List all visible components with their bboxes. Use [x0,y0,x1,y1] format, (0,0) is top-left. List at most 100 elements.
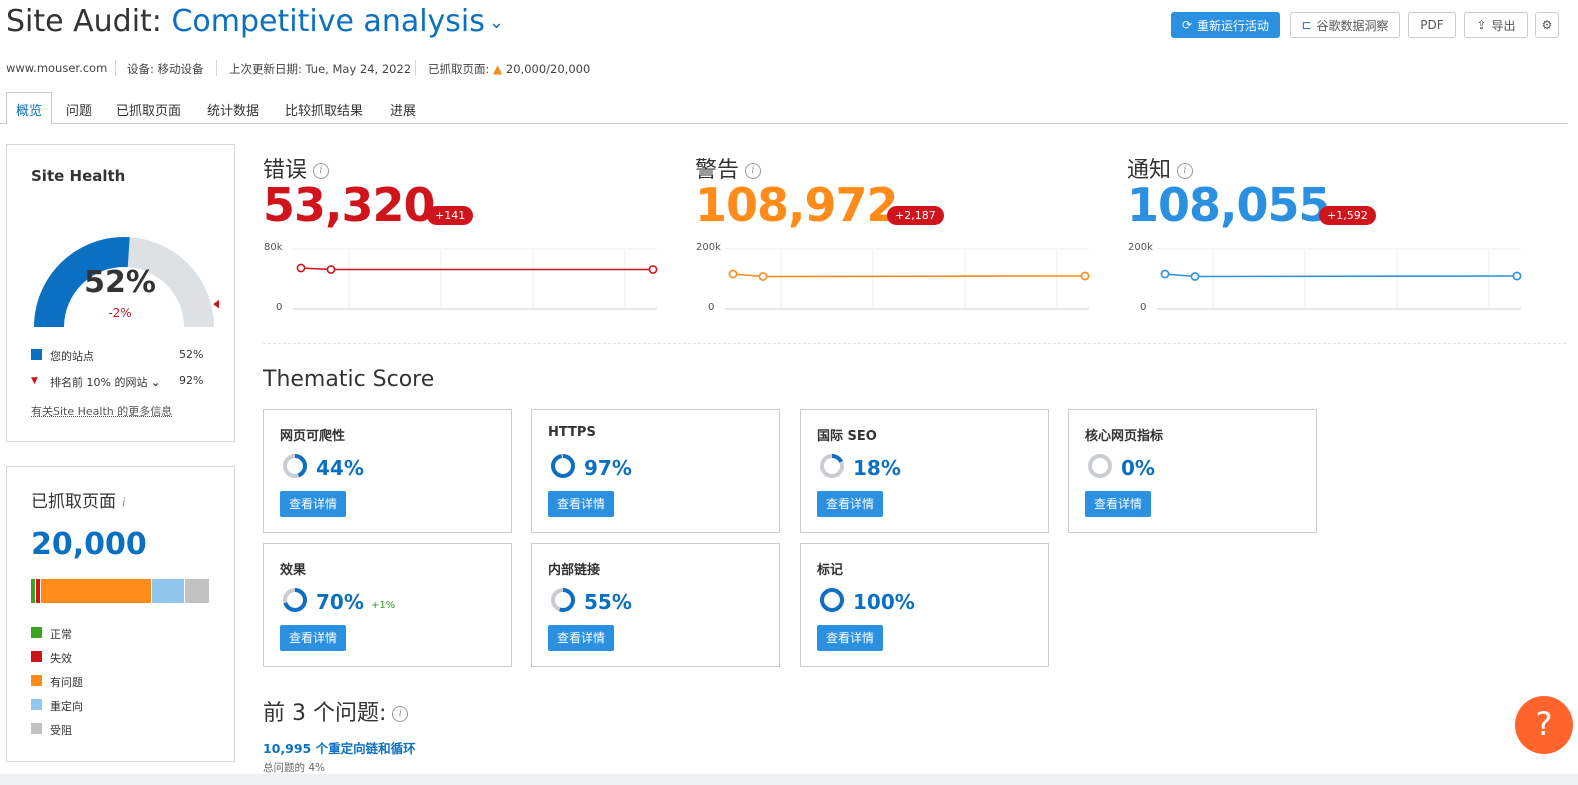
info-icon[interactable]: i [1177,163,1194,179]
your-site-swatch [31,349,42,360]
page-title: Site Audit: Competitive analysis ⌄ [6,4,504,39]
site-health-more-link[interactable]: 有关Site Health 的更多信息 [31,403,172,419]
crawl-bar-segment[interactable] [41,579,153,603]
divider [115,60,116,76]
thematic-card-title: 内部链接 [548,563,601,578]
view-details-button[interactable]: 查看详情 [280,625,347,651]
trend-point[interactable] [1080,271,1090,281]
view-details-button[interactable]: 查看详情 [548,625,615,651]
refresh-icon: ⟳ [1181,18,1193,32]
thematic-card-title: 核心网页指标 [1085,429,1164,444]
gear-icon: ⚙ [1541,18,1553,32]
crawled-pages-title: 已抓取页面 i [31,492,126,512]
crawled-pages-meta: 已抓取页面: ▲ 20,000/20,000 [428,62,591,76]
thematic-card-title: 网页可爬性 [280,429,346,444]
chevron-down-icon[interactable]: ⌄ [151,376,160,389]
view-details-button[interactable]: 查看详情 [280,491,347,517]
top-issues-title: 前 3 个问题: i [263,695,409,727]
tab-issues[interactable]: 问题 [66,100,92,119]
tab-crawled-pages[interactable]: 已抓取页面 [116,100,181,119]
trend-line [1164,273,1518,278]
axis-bottom-label: 0 [276,302,283,313]
thematic-score-value: 100% [853,590,915,614]
stat-value[interactable]: 108,972 [695,178,899,232]
rerun-campaign-button[interactable]: ⟳ 重新运行活动 [1171,12,1280,38]
stat-value[interactable]: 53,320 [263,178,436,232]
top10-label[interactable]: 排名前 10% 的网站 ⌄ [50,374,160,390]
trend-point[interactable] [648,265,658,274]
view-details-button[interactable]: 查看详情 [1085,491,1152,517]
thematic-card-title: 标记 [817,563,844,578]
legend-label: 受阻 [50,724,72,737]
stat-value[interactable]: 108,055 [1127,178,1331,232]
trend-point[interactable] [758,272,768,281]
info-icon[interactable]: i [313,163,330,179]
trend-line [732,273,1086,278]
site-health-title: Site Health [31,167,126,185]
thematic-score-value: 18% [853,456,901,480]
axis-top-label: 200k [696,242,721,253]
divider [263,343,1566,344]
trend-point[interactable] [296,263,306,273]
crawled-pages-bar [31,579,211,603]
score-ring-icon [1088,454,1112,478]
trend-point[interactable] [326,265,336,274]
trend-point[interactable] [728,269,738,279]
score-ring-icon [820,454,844,478]
info-icon[interactable]: i [392,706,409,722]
chevron-down-icon[interactable]: ⌄ [489,12,504,33]
crawl-bar-segment[interactable] [152,579,185,603]
thematic-score-value: 0% [1121,456,1155,480]
crawled-pages-total[interactable]: 20,000 [31,527,147,562]
last-update-label: 上次更新日期: Tue, May 24, 2022 [229,62,412,76]
pdf-button[interactable]: PDF [1408,12,1456,38]
trend-point[interactable] [1160,269,1170,279]
ring-fill [551,454,575,478]
thematic-card-title: 国际 SEO [817,429,877,444]
help-button[interactable]: ? [1515,696,1573,754]
crawled-pages-panel: 已抓取页面i 20,000 正常141失效19有问题13,039重定向3,815… [6,466,235,762]
score-ring-icon [551,588,575,612]
thematic-card: 国际 SEO 18% 查看详情 [800,409,1049,533]
top-issue-link[interactable]: 10,995 个重定向链和循环 [263,738,416,757]
google-data-studio-button[interactable]: ⊏ 谷歌数据洞察 [1290,12,1400,38]
legend-swatch [31,627,42,638]
trend-point[interactable] [1512,271,1522,281]
legend-swatch [31,699,42,710]
thematic-card: 标记 100% 查看详情 [800,543,1049,667]
trend-chart [1157,248,1522,310]
thematic-card-title: HTTPS [548,425,596,440]
legend-label: 失效 [50,652,72,665]
settings-button[interactable]: ⚙ [1535,12,1559,38]
project-name[interactable]: Competitive analysis [171,4,484,39]
tab-overview[interactable]: 概览 [6,92,53,125]
tab-bar: 概览 问题 已抓取页面 统计数据 比较抓取结果 进展 [0,92,1568,125]
view-details-button[interactable]: 查看详情 [817,491,884,517]
axis-top-label: 80k [264,242,283,253]
legend-label: 重定向 [50,700,83,713]
thematic-card: 网页可爬性 44% 查看详情 [263,409,512,533]
view-details-button[interactable]: 查看详情 [548,491,615,517]
tab-progress[interactable]: 进展 [390,100,416,119]
bottom-scroll-track[interactable] [0,774,1578,785]
export-button[interactable]: ⇪ 导出 [1464,12,1528,38]
device-label: 设备: 移动设备 [127,62,204,76]
thematic-card: HTTPS 97% 查看详情 [531,409,780,533]
score-ring-icon [283,588,307,612]
tab-statistics[interactable]: 统计数据 [207,100,259,119]
thematic-score-delta: +1% [371,600,396,611]
info-icon[interactable]: i [122,496,125,510]
site-health-panel: Site Health 52% -2% 您的站点 52% ▼ 排名前 10% 的… [6,144,235,442]
legend-swatch [31,675,42,686]
thematic-card-title: 效果 [280,563,307,578]
trend-point[interactable] [1190,272,1200,281]
domain-label: www.mouser.com [6,61,108,75]
tab-compare-crawls[interactable]: 比较抓取结果 [285,100,363,119]
top10-marker-icon [213,299,219,309]
score-ring-icon [551,454,575,478]
thematic-score-value: 70% [316,590,364,614]
info-icon[interactable]: i [745,163,762,179]
view-details-button[interactable]: 查看详情 [817,625,884,651]
site-health-change: -2% [108,306,132,320]
crawl-bar-segment[interactable] [184,579,211,603]
